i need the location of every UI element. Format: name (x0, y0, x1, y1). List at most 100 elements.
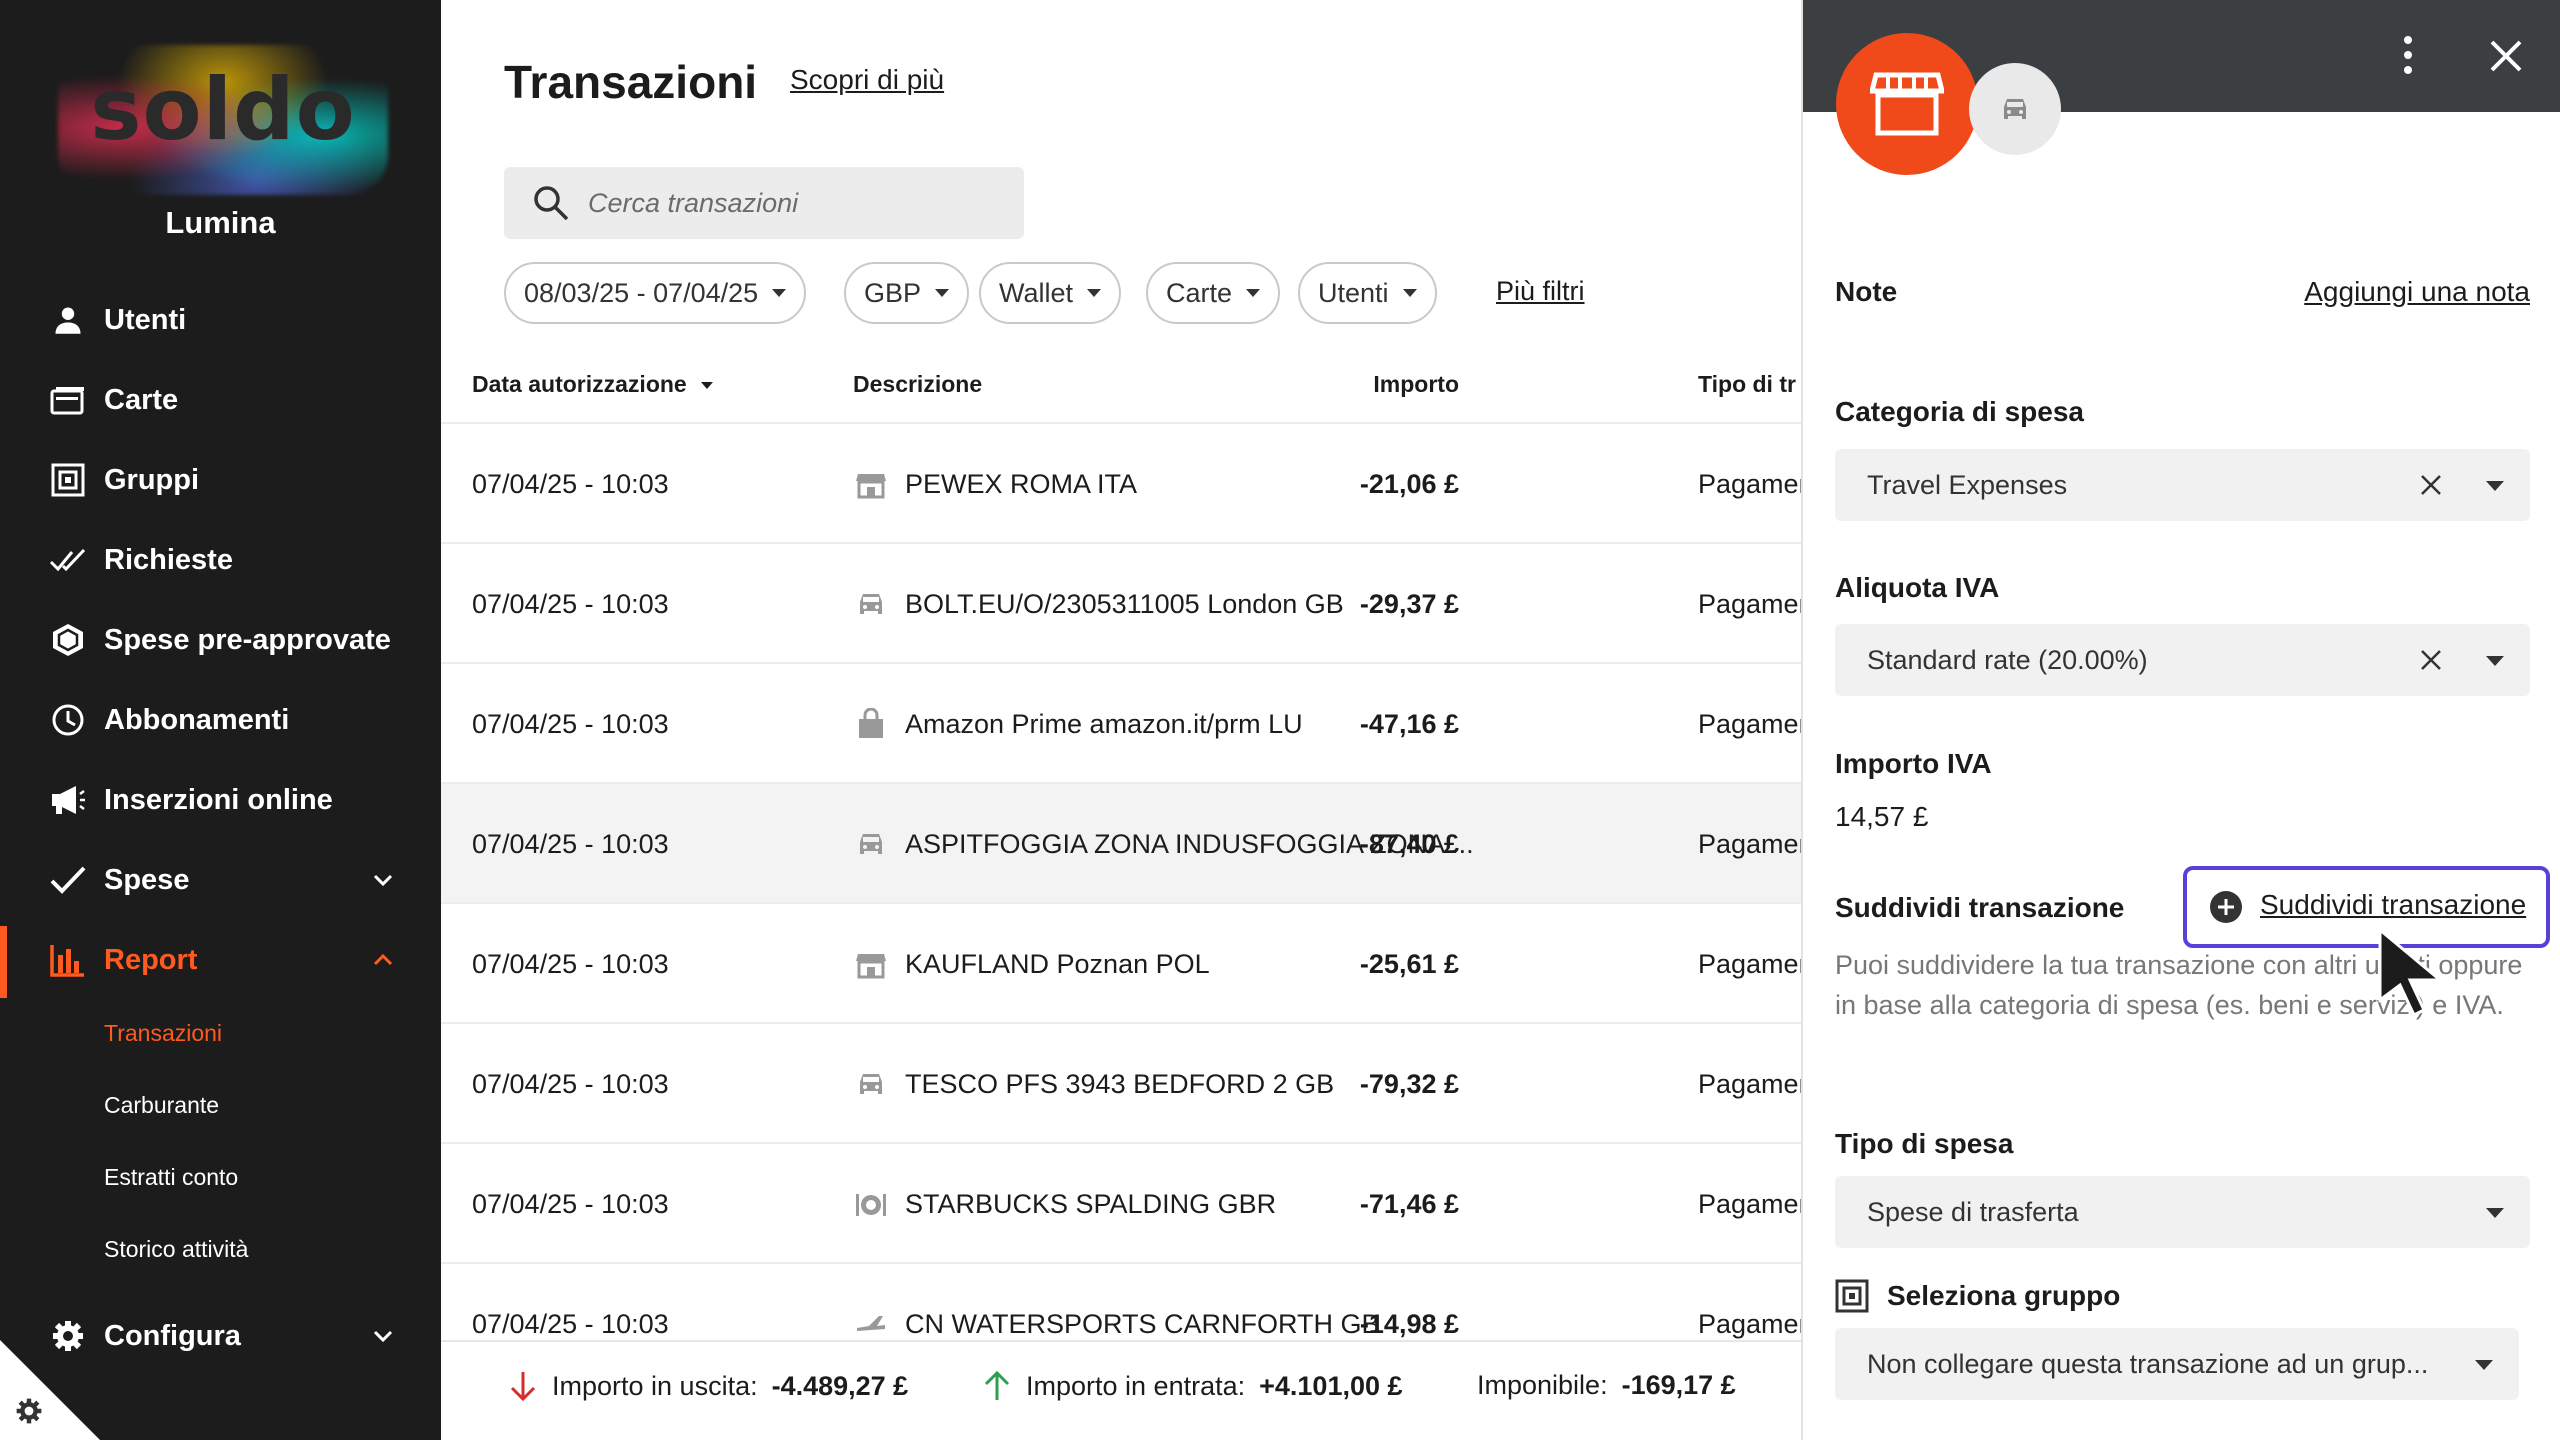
sidebar-item-carte[interactable]: Carte (0, 368, 441, 432)
row-date: 07/04/25 - 10:03 (472, 949, 669, 979)
search-input[interactable] (588, 167, 1008, 239)
search-icon (534, 186, 569, 221)
page-title: Transazioni (504, 56, 758, 108)
car-icon (2004, 99, 2026, 119)
sidebar-item-label: Spese pre-approvate (104, 623, 391, 656)
add-note-link[interactable]: Aggiungi una nota (2304, 276, 2530, 308)
filter-cards[interactable]: Carte (1146, 262, 1281, 324)
sidebar: soldo Lumina Utenti Carte Gruppi Richies… (0, 0, 441, 1440)
filter-users[interactable]: Utenti (1298, 262, 1437, 324)
row-date: 07/04/25 - 10:03 (472, 1069, 669, 1099)
expense-type-select[interactable]: Spese di trasferta (1835, 1176, 2530, 1248)
table-row[interactable]: 07/04/25 - 10:03 STARBUCKS SPALDING GBR … (441, 1142, 1814, 1262)
filter-currency[interactable]: GBP (844, 262, 970, 324)
user-icon (48, 300, 88, 340)
sidebar-item-report[interactable]: Report (0, 928, 441, 992)
sidebar-item-label: Report (104, 943, 198, 976)
row-date: 07/04/25 - 10:03 (472, 1189, 669, 1219)
group-header: Seleziona gruppo (1835, 1279, 2120, 1313)
filter-label: Utenti (1318, 277, 1389, 308)
sidebar-item-spese-pre-approvate[interactable]: Spese pre-approvate (0, 608, 441, 672)
table-row-selected[interactable]: 07/04/25 - 10:03 ASPITFOGGIA ZONA INDUSF… (441, 782, 1814, 902)
check-icon (48, 860, 88, 900)
sidebar-item-utenti[interactable]: Utenti (0, 288, 441, 352)
group-select[interactable]: Non collegare questa transazione ad un g… (1835, 1328, 2519, 1400)
more-filters-link[interactable]: Più filtri (1496, 276, 1585, 307)
logo-text: soldo (90, 60, 356, 160)
shopping-bag-icon (859, 708, 883, 738)
filter-label: Wallet (999, 277, 1074, 308)
chevron-up-icon[interactable] (367, 944, 399, 976)
bar-chart-icon (48, 940, 88, 980)
sidebar-item-richieste[interactable]: Richieste (0, 528, 441, 592)
sidebar-subitem-carburante[interactable]: Carburante (104, 1092, 219, 1119)
filter-label: Carte (1166, 277, 1233, 308)
total-outgoing-label: Importo in uscita: (552, 1370, 758, 1401)
table-row[interactable]: 07/04/25 - 10:03 BOLT.EU/O/2305311005 Lo… (441, 542, 1814, 662)
dropdown-caret-icon (2486, 656, 2504, 666)
group-value: Non collegare questa transazione ad un g… (1867, 1349, 2429, 1379)
group-icon (48, 460, 88, 500)
total-outgoing: Importo in uscita: -4.489,27 £ (508, 1370, 908, 1402)
row-date: 07/04/25 - 10:03 (472, 589, 669, 619)
row-type: Pagamen (1698, 469, 1814, 499)
category-select[interactable]: Travel Expenses (1835, 449, 2530, 521)
category-value: Travel Expenses (1867, 470, 2068, 500)
sidebar-item-spese[interactable]: Spese (0, 848, 441, 912)
column-header-amount[interactable]: Importo (1373, 371, 1459, 398)
dropdown-caret-icon (2475, 1360, 2493, 1370)
row-date: 07/04/25 - 10:03 (472, 829, 669, 859)
column-header-type[interactable]: Tipo di tr (1698, 371, 1796, 398)
row-amount: -29,37 £ (1359, 589, 1459, 619)
close-icon[interactable] (2486, 36, 2526, 76)
store-icon (856, 474, 886, 499)
sidebar-item-configura[interactable]: Configura (0, 1304, 441, 1368)
chevron-down-icon[interactable] (367, 864, 399, 896)
filter-wallet[interactable]: Wallet (979, 262, 1122, 324)
gear-icon (48, 1316, 88, 1356)
table-row[interactable]: 07/04/25 - 10:03 KAUFLAND Poznan POL -25… (441, 902, 1814, 1022)
arrow-down-icon (510, 1372, 536, 1402)
column-header-date[interactable]: Data autorizzazione (472, 371, 714, 398)
chevron-down-icon[interactable] (367, 1320, 399, 1352)
row-amount: -79,32 £ (1359, 1069, 1459, 1099)
sidebar-item-label: Inserzioni online (104, 783, 333, 816)
row-type: Pagamen (1698, 589, 1814, 619)
sidebar-subitem-storico-attivita[interactable]: Storico attività (104, 1236, 248, 1263)
sidebar-item-inserzioni-online[interactable]: Inserzioni online (0, 768, 441, 832)
row-amount: -25,61 £ (1359, 949, 1459, 979)
transaction-detail-panel: Note Aggiungi una nota Categoria di spes… (1801, 0, 2560, 1440)
filter-label: GBP (864, 277, 922, 308)
total-incoming-value: +4.101,00 £ (1259, 1370, 1403, 1401)
column-header-description[interactable]: Descrizione (853, 371, 982, 398)
vat-rate-select[interactable]: Standard rate (20.00%) (1835, 624, 2530, 696)
table-row[interactable]: 07/04/25 - 10:03 TESCO PFS 3943 BEDFORD … (441, 1022, 1814, 1142)
sidebar-item-label: Richieste (104, 543, 233, 576)
merchant-avatar (1836, 33, 1978, 175)
sidebar-item-abbonamenti[interactable]: Abbonamenti (0, 688, 441, 752)
clear-icon[interactable] (2418, 472, 2444, 498)
totals-footer: Importo in uscita: -4.489,27 £ Importo in… (441, 1340, 1801, 1440)
category-avatar (1969, 63, 2061, 155)
sidebar-item-gruppi[interactable]: Gruppi (0, 448, 441, 512)
sidebar-subitem-estratti-conto[interactable]: Estratti conto (104, 1164, 238, 1191)
megaphone-icon (48, 780, 88, 820)
learn-more-link[interactable]: Scopri di più (790, 64, 944, 96)
sidebar-subitem-transazioni[interactable]: Transazioni (104, 1020, 222, 1047)
table-row[interactable]: 07/04/25 - 10:03 Amazon Prime amazon.it/… (441, 662, 1814, 782)
store-icon (856, 954, 886, 979)
clear-icon[interactable] (2418, 647, 2444, 673)
more-options-icon[interactable] (2393, 30, 2423, 80)
split-transaction-button[interactable]: Suddividi transazione (2183, 866, 2550, 948)
car-icon (860, 1074, 882, 1094)
row-description: Amazon Prime amazon.it/prm LU (905, 709, 1303, 739)
filter-date-range[interactable]: 08/03/25 - 07/04/25 (504, 262, 807, 324)
search-box[interactable] (504, 167, 1024, 239)
plane-icon (857, 1316, 885, 1331)
row-description: KAUFLAND Poznan POL (905, 949, 1210, 979)
split-button-label: Suddividi transazione (2260, 889, 2527, 920)
split-label: Suddividi transazione (1835, 892, 2125, 923)
row-description: TESCO PFS 3943 BEDFORD 2 GB (905, 1069, 1335, 1099)
table-row[interactable]: 07/04/25 - 10:03 PEWEX ROMA ITA -21,06 £… (441, 422, 1814, 542)
sidebar-item-label: Abbonamenti (104, 703, 290, 736)
